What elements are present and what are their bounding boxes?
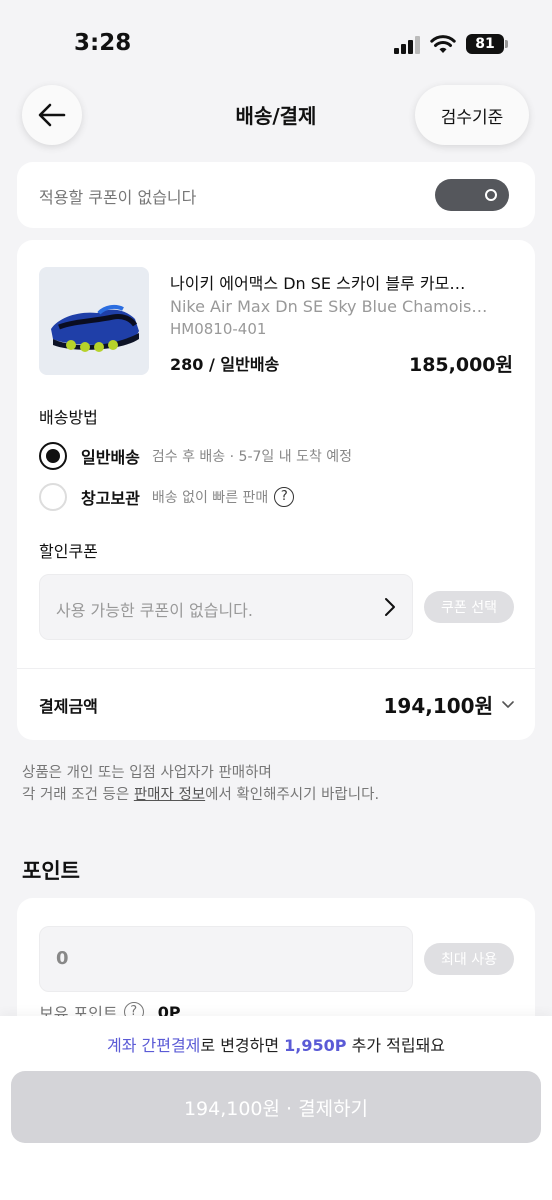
total-amount-label: 결제금액	[39, 697, 98, 716]
coupon-apply-card: 적용할 쿠폰이 없습니다	[17, 162, 535, 228]
seller-notice: 상품은 개인 또는 입점 사업자가 판매하며 각 거래 조건 등은 판매자 정보…	[22, 762, 379, 806]
pay-button[interactable]: 194,100원 · 결제하기	[11, 1071, 541, 1143]
shipping-option-standard[interactable]: 일반배송 검수 후 배송 · 5-7일 내 도착 예정	[39, 441, 352, 471]
promo-mid: 로 변경하면	[200, 1036, 285, 1055]
notice-line-1: 상품은 개인 또는 입점 사업자가 판매하며	[22, 765, 272, 781]
status-bar: 3:28 81	[0, 0, 552, 90]
order-card: 나이키 에어맥스 Dn SE 스카이 블루 카모… Nike Air Max D…	[17, 240, 535, 740]
notice-text: 에서 확인해주시기 바랍니다.	[205, 787, 380, 803]
shipping-option-title: 일반배송	[81, 448, 140, 467]
bottom-checkout-bar: 계좌 간편결제로 변경하면 1,950P 추가 적립돼요 194,100원 · …	[0, 1016, 552, 1200]
total-amount-text: 194,100원	[383, 694, 494, 718]
product-name-ko: 나이키 에어맥스 Dn SE 스카이 블루 카모…	[170, 274, 466, 293]
chevron-down-icon	[502, 700, 514, 708]
coupon-select-field[interactable]: 사용 가능한 쿠폰이 없습니다.	[39, 574, 413, 640]
discount-coupon-label: 할인쿠폰	[39, 542, 98, 561]
shipping-option-desc: 배송 없이 빠른 판매	[151, 490, 269, 506]
radio-selected-icon[interactable]	[39, 442, 67, 470]
points-input-value: 0	[56, 948, 69, 969]
payment-promo-text: 계좌 간편결제로 변경하면 1,950P 추가 적립돼요	[0, 1032, 552, 1056]
seller-info-link[interactable]: 판매자 정보	[134, 787, 205, 803]
notice-text: 각 거래 조건 등은	[22, 787, 134, 803]
total-amount-value[interactable]: 194,100원	[384, 690, 516, 719]
inspection-criteria-button[interactable]: 검수기준	[415, 85, 529, 145]
question-help-icon[interactable]: ?	[274, 487, 295, 507]
shipping-method-label: 배송방법	[39, 408, 98, 427]
shipping-option-warehouse[interactable]: 창고보관 배송 없이 빠른 판매 ?	[39, 482, 295, 512]
shipping-option-desc: 검수 후 배송 · 5-7일 내 도착 예정	[151, 449, 353, 465]
product-option: 280 / 일반배송	[170, 355, 280, 374]
coupon-select-button[interactable]: 쿠폰 선택	[424, 591, 514, 623]
notice-line-2: 각 거래 조건 등은 판매자 정보에서 확인해주시기 바랍니다.	[22, 784, 379, 806]
divider	[17, 668, 535, 669]
product-code: HM0810-401	[170, 320, 267, 338]
product-name-en: Nike Air Max Dn SE Sky Blue Chamois…	[170, 297, 488, 316]
product-price: 185,000원	[408, 354, 513, 376]
battery-cap	[505, 40, 508, 48]
max-use-button[interactable]: 최대 사용	[424, 943, 514, 975]
battery-icon: 81	[466, 34, 504, 54]
shipping-option-title: 창고보관	[81, 489, 140, 508]
product-image	[39, 267, 149, 375]
sneaker-image	[51, 304, 139, 352]
status-time: 3:28	[74, 30, 132, 56]
cellular-signal-icon	[394, 36, 422, 54]
coupon-toggle[interactable]	[435, 179, 509, 211]
points-input[interactable]: 0	[39, 926, 413, 992]
home-indicator	[207, 1186, 345, 1191]
wifi-icon	[430, 35, 456, 53]
coupon-placeholder: 사용 가능한 쿠폰이 없습니다.	[56, 601, 253, 620]
promo-accent[interactable]: 계좌 간편결제	[107, 1036, 200, 1055]
points-section-title: 포인트	[22, 859, 80, 883]
toggle-knob	[485, 189, 497, 201]
promo-points: 1,950P	[284, 1036, 347, 1055]
radio-unselected-icon[interactable]	[39, 483, 67, 511]
no-coupon-text: 적용할 쿠폰이 없습니다	[39, 188, 197, 207]
chevron-right-icon	[385, 598, 395, 616]
promo-end: 추가 적립돼요	[346, 1036, 446, 1055]
